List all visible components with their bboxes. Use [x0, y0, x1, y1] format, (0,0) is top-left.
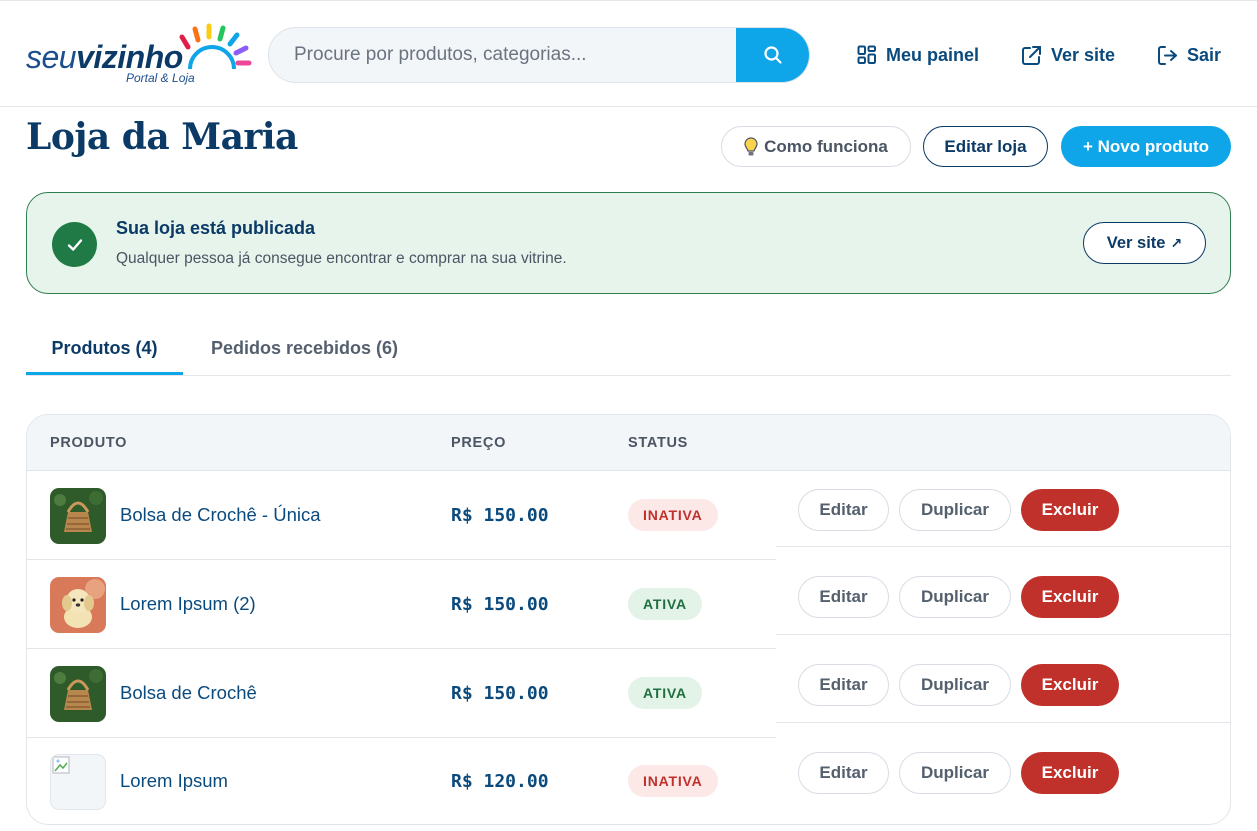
nav-view-site-label: Ver site — [1051, 44, 1116, 65]
broken-image-icon — [52, 756, 70, 774]
product-name-link[interactable]: Lorem Ipsum (2) — [120, 593, 256, 615]
table-header: PRODUTO PREÇO STATUS — [27, 415, 1230, 471]
nav-logout-label: Sair — [1187, 44, 1222, 65]
row-divider — [776, 546, 1230, 547]
table-row: Lorem Ipsum R$ 120.00 INATIVA Editar Dup… — [27, 737, 1230, 824]
new-product-button[interactable]: + Novo produto — [1061, 126, 1231, 167]
banner-subtitle: Qualquer pessoa já consegue encontrar e … — [116, 250, 567, 267]
column-header-product: PRODUTO — [50, 435, 128, 451]
banner-view-site-label: Ver site — [1106, 233, 1166, 252]
nav-dashboard-link[interactable]: Meu painel — [857, 41, 979, 69]
edit-product-button[interactable]: Editar — [798, 664, 889, 706]
tab-products[interactable]: Produtos (4) — [26, 338, 183, 359]
logout-icon — [1158, 45, 1177, 65]
edit-product-button[interactable]: Editar — [798, 576, 889, 618]
product-thumbnail[interactable] — [50, 577, 106, 633]
logo-tagline: Portal & Loja — [126, 71, 195, 85]
duplicate-product-button[interactable]: Duplicar — [899, 752, 1011, 794]
check-circle-icon — [52, 222, 97, 267]
edit-product-button[interactable]: Editar — [798, 489, 889, 531]
product-name-link[interactable]: Bolsa de Crochê — [120, 682, 257, 704]
product-name-link[interactable]: Bolsa de Crochê - Única — [120, 504, 321, 526]
delete-product-button[interactable]: Excluir — [1021, 489, 1119, 531]
table-row: Lorem Ipsum (2) R$ 150.00 ATIVA Editar D… — [27, 560, 1230, 649]
column-header-price: PREÇO — [451, 435, 507, 451]
column-header-status: STATUS — [628, 435, 689, 451]
page-title: Loja da Maria — [26, 116, 298, 158]
edit-product-button[interactable]: Editar — [798, 752, 889, 794]
status-badge: INATIVA — [628, 499, 718, 531]
search-button[interactable] — [736, 28, 809, 82]
duplicate-product-button[interactable]: Duplicar — [899, 489, 1011, 531]
nav-logout-link[interactable]: Sair — [1157, 41, 1221, 69]
published-banner: Sua loja está publicada Qualquer pessoa … — [26, 192, 1231, 294]
dashboard-grid-icon — [857, 45, 876, 64]
banner-title: Sua loja está publicada — [116, 218, 316, 238]
how-it-works-label: Como funciona — [764, 136, 888, 156]
delete-product-button[interactable]: Excluir — [1021, 576, 1119, 618]
product-price: R$ 150.00 — [451, 683, 549, 704]
status-badge: ATIVA — [628, 677, 702, 709]
row-divider — [776, 634, 1230, 635]
duplicate-product-button[interactable]: Duplicar — [899, 664, 1011, 706]
product-thumbnail[interactable] — [50, 488, 106, 544]
tab-active-indicator — [26, 372, 183, 375]
top-header: seuvizinho Portal & Loja Meu painel Ver … — [0, 0, 1257, 107]
search-input[interactable] — [269, 28, 738, 82]
arrow-up-right-icon: ↗ — [1170, 234, 1183, 251]
external-link-icon — [1022, 45, 1041, 65]
status-badge: INATIVA — [628, 765, 718, 797]
tab-orders[interactable]: Pedidos recebidos (6) — [211, 338, 398, 359]
banner-view-site-button[interactable]: Ver site ↗ — [1083, 222, 1206, 264]
delete-product-button[interactable]: Excluir — [1021, 752, 1119, 794]
search-bar — [268, 27, 810, 83]
status-badge: ATIVA — [628, 588, 702, 620]
lightbulb-icon — [744, 136, 758, 155]
logo-sun-icon — [179, 23, 252, 70]
search-icon — [763, 46, 782, 64]
nav-dashboard-label: Meu painel — [886, 44, 980, 65]
how-it-works-button[interactable]: Como funciona — [721, 126, 911, 167]
product-price: R$ 150.00 — [451, 594, 549, 615]
product-thumbnail[interactable] — [50, 666, 106, 722]
products-table: PRODUTO PREÇO STATUS Bolsa de Crochê - Ú… — [26, 414, 1231, 825]
delete-product-button[interactable]: Excluir — [1021, 664, 1119, 706]
site-logo[interactable]: seuvizinho Portal & Loja — [26, 23, 252, 89]
edit-store-button[interactable]: Editar loja — [923, 126, 1048, 167]
tabs-divider — [26, 375, 1231, 376]
product-thumbnail[interactable] — [50, 754, 106, 810]
row-divider — [776, 722, 1230, 723]
product-name-link[interactable]: Lorem Ipsum — [120, 770, 228, 792]
product-price: R$ 120.00 — [451, 771, 549, 792]
duplicate-product-button[interactable]: Duplicar — [899, 576, 1011, 618]
table-row: Bolsa de Crochê R$ 150.00 ATIVA Editar D… — [27, 649, 1230, 738]
nav-view-site-link[interactable]: Ver site — [1021, 41, 1115, 69]
product-price: R$ 150.00 — [451, 505, 549, 526]
